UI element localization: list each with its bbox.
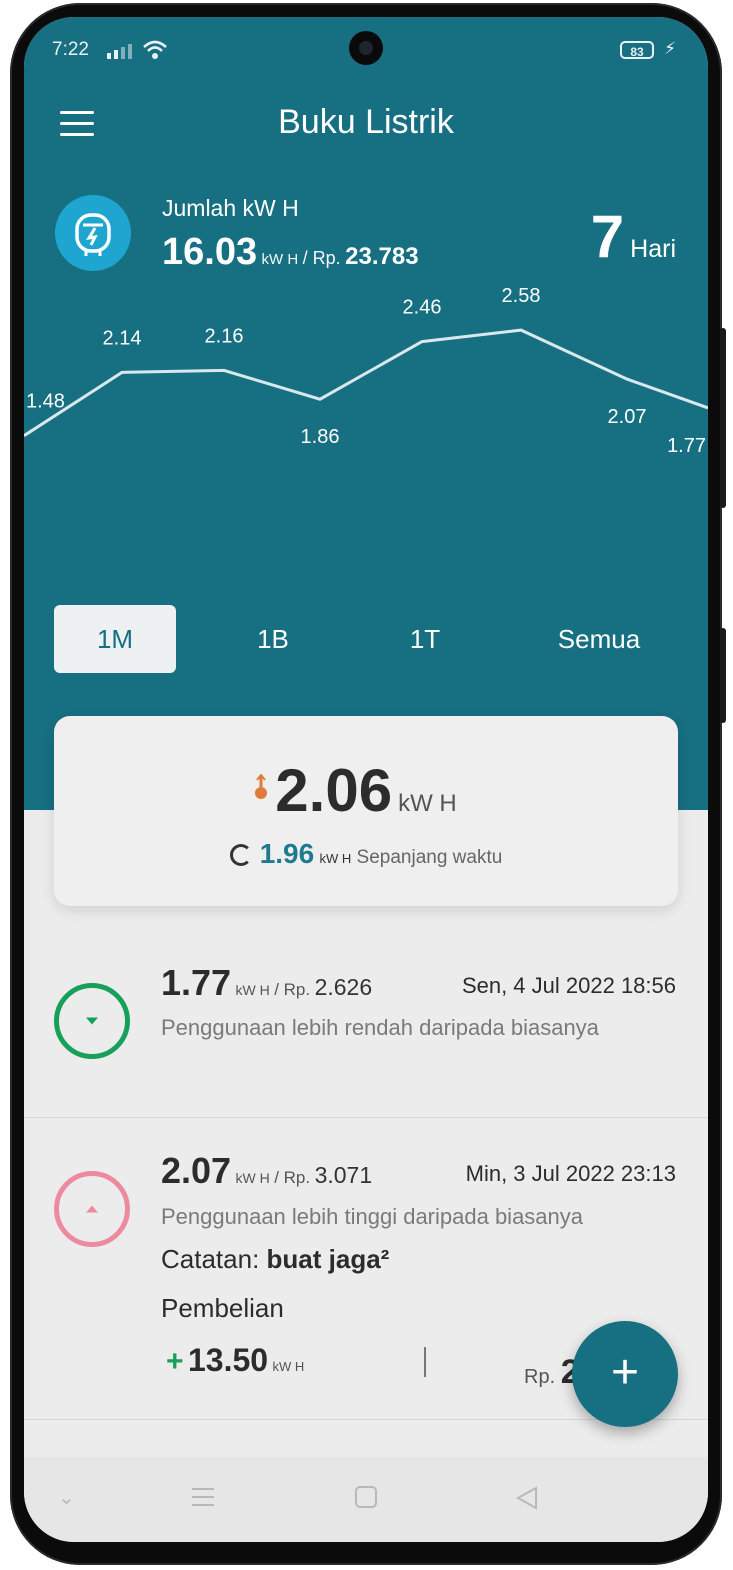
wifi-icon [143, 40, 167, 59]
average-value-row: 2.06 kW H [54, 756, 678, 825]
entry-unit: kW H [235, 982, 270, 998]
average-value: 2.06 [275, 757, 393, 824]
purchase-label: Pembelian [161, 1293, 284, 1323]
entry-value: 2.07 [161, 1150, 232, 1191]
entry-rp-prefix: / Rp. [274, 980, 311, 999]
tab-1m[interactable]: 1M [54, 605, 176, 673]
recent-apps-icon[interactable] [190, 1485, 216, 1509]
entry-date: Sen, 4 Jul 2022 18:56 [461, 973, 676, 998]
entry-rp: 3.071 [314, 1162, 373, 1188]
entry-note: Catatan: buat jaga² [161, 1244, 389, 1275]
total-unit: kW H [261, 251, 299, 268]
header-panel: 7:22 83 ⚡ Buku Listrik Jumlah kW H 16.03… [24, 17, 708, 810]
chevron-down-icon[interactable]: ⌄ [58, 1485, 75, 1510]
data-label: 2.46 [403, 297, 442, 319]
app-screen: 7:22 83 ⚡ Buku Listrik Jumlah kW H 16.03… [24, 17, 708, 1542]
data-label: 2.16 [205, 325, 244, 347]
purchase-unit: kW H [272, 1359, 305, 1374]
charging-icon: ⚡ [664, 39, 676, 58]
entry-unit: kW H [235, 1170, 270, 1186]
total-rp-prefix: / Rp. [302, 248, 341, 268]
average-card: 2.06 kW H 1.96 kW H Sepanjang waktu [54, 716, 678, 906]
divider [24, 1117, 708, 1118]
system-nav-bar: ⌄ [24, 1457, 708, 1542]
add-entry-button[interactable]: + [572, 1321, 678, 1427]
app-title: Buku Listrik [278, 103, 454, 141]
back-icon[interactable] [514, 1485, 540, 1511]
note-label: Catatan: [161, 1244, 260, 1274]
side-button [720, 328, 726, 508]
entry-description: Penggunaan lebih rendah daripada biasany… [161, 1015, 599, 1040]
entry-date: Min, 3 Jul 2022 23:13 [465, 1161, 676, 1186]
days-label: Hari [630, 235, 676, 263]
status-time: 7:22 [52, 39, 89, 60]
trend-down-icon [54, 983, 130, 1059]
tab-1t[interactable]: 1T [364, 605, 486, 673]
home-icon[interactable] [354, 1485, 378, 1509]
alltime-unit: kW H [319, 851, 352, 866]
refresh-icon [229, 844, 252, 866]
meter-icon [55, 195, 131, 271]
entry-usage: 1.77 kW H / Rp. 2.626 [161, 962, 372, 1004]
entry-value: 1.77 [161, 962, 232, 1003]
data-label: 1.77 [667, 435, 706, 457]
data-label: 2.58 [502, 285, 541, 307]
plus-icon: + [166, 1345, 184, 1378]
days-count: 7 Hari [591, 202, 676, 271]
side-button [720, 628, 726, 723]
signal-icon [107, 43, 132, 59]
purchase-rp-prefix: Rp. [524, 1366, 556, 1388]
tab-1b[interactable]: 1B [212, 605, 334, 673]
entry-usage: 2.07 kW H / Rp. 3.071 [161, 1150, 372, 1192]
data-label: 1.48 [26, 391, 65, 413]
camera-cutout [349, 31, 383, 65]
data-label: 2.07 [608, 406, 647, 428]
total-label: Jumlah kW H [162, 195, 299, 221]
alltime-value: 1.96 [259, 838, 315, 869]
data-label: 2.14 [103, 327, 142, 349]
data-label: 1.86 [301, 426, 340, 448]
tab-semua[interactable]: Semua [524, 605, 674, 673]
entry-description: Penggunaan lebih tinggi daripada biasany… [161, 1204, 584, 1229]
entry-rp: 2.626 [314, 974, 373, 1000]
usage-chart: 1.48 2.14 2.16 1.86 2.46 2.58 2.07 1.77 [24, 285, 708, 457]
total-rp-value: 23.783 [345, 243, 419, 270]
entry-rp-prefix: / Rp. [274, 1168, 311, 1187]
alltime-row: 1.96 kW H Sepanjang waktu [54, 838, 678, 870]
alltime-label: Sepanjang waktu [356, 847, 503, 868]
purchase-value: 13.50 [187, 1342, 269, 1378]
range-tabs: 1M 1B 1T Semua [54, 605, 678, 673]
trend-up-icon [54, 1171, 130, 1247]
battery-icon: 83 [620, 41, 654, 59]
days-value: 7 [590, 203, 625, 270]
vertical-divider [424, 1347, 426, 1377]
average-unit: kW H [398, 790, 457, 817]
note-value: buat jaga² [266, 1244, 390, 1274]
